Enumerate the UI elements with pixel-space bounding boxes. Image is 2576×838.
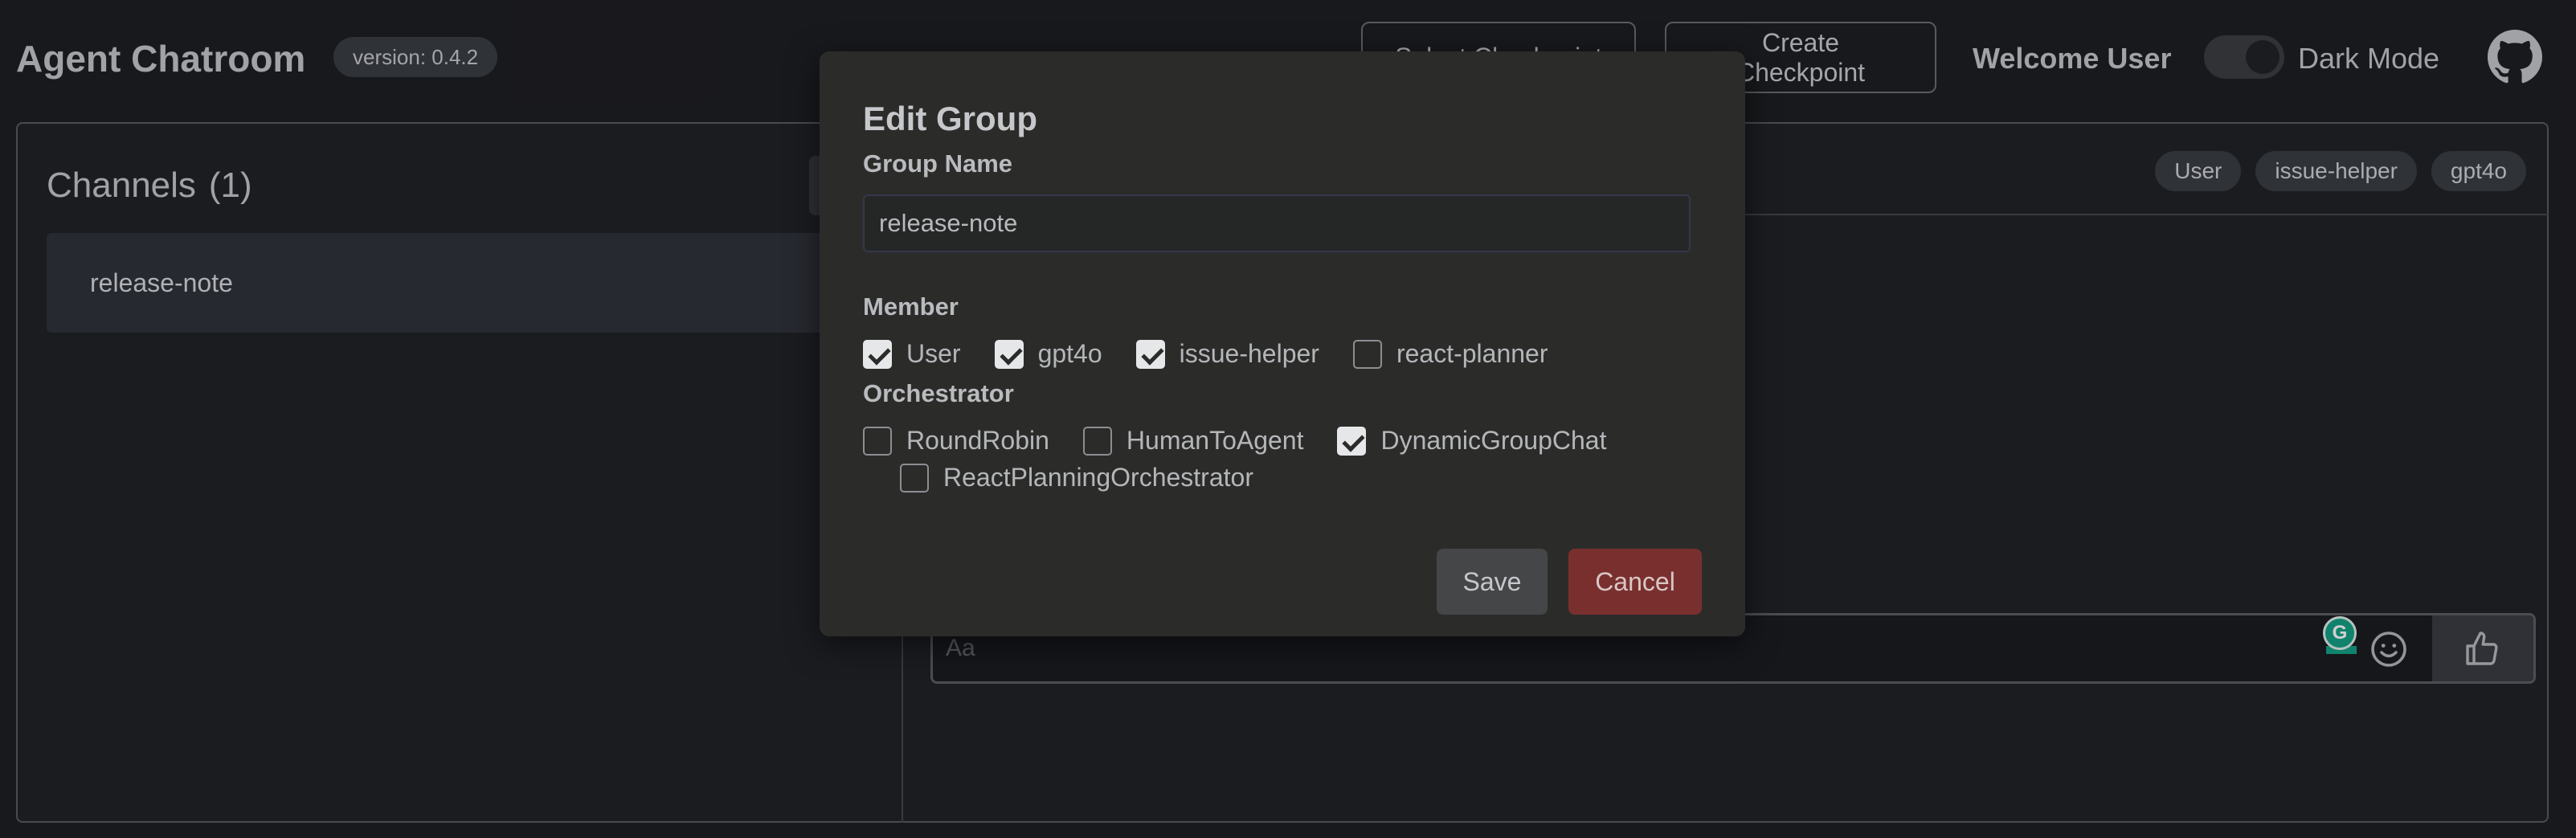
dialog-title: Edit Group bbox=[863, 100, 1037, 137]
orchestrator-option-reactplanningorchestrator[interactable]: ReactPlanningOrchestrator bbox=[900, 463, 1253, 493]
member-option-gpt4o[interactable]: gpt4o bbox=[994, 339, 1102, 369]
save-button[interactable]: Save bbox=[1437, 549, 1548, 615]
orchestrator-option-label: RoundRobin bbox=[906, 426, 1049, 455]
orchestrator-option-dynamicgroupchat[interactable]: DynamicGroupChat bbox=[1337, 426, 1606, 456]
group-name-input[interactable] bbox=[863, 194, 1691, 252]
orchestrator-checkbox-reactplanningorchestrator[interactable] bbox=[900, 463, 929, 493]
group-name-label: Group Name bbox=[863, 149, 1013, 178]
member-checkbox-react-planner[interactable] bbox=[1352, 339, 1382, 369]
member-option-react-planner[interactable]: react-planner bbox=[1352, 339, 1548, 369]
member-checkbox-row: User gpt4o issue-helper react-planner bbox=[863, 339, 1582, 369]
member-option-label: react-planner bbox=[1396, 339, 1548, 368]
orchestrator-checkbox-roundrobin[interactable] bbox=[863, 426, 892, 456]
orchestrator-option-label: DynamicGroupChat bbox=[1380, 426, 1607, 455]
orchestrator-option-humantoagent[interactable]: HumanToAgent bbox=[1082, 426, 1304, 456]
member-option-label: issue-helper bbox=[1179, 339, 1319, 368]
member-checkbox-user[interactable] bbox=[863, 339, 892, 369]
member-checkbox-issue-helper[interactable] bbox=[1135, 339, 1165, 369]
orchestrator-option-roundrobin[interactable]: RoundRobin bbox=[863, 426, 1049, 456]
member-label: Member bbox=[863, 292, 959, 321]
orchestrator-option-label: ReactPlanningOrchestrator bbox=[943, 463, 1253, 492]
edit-group-dialog: Edit Group Group Name Member User gpt4o … bbox=[820, 51, 1745, 636]
orchestrator-checkbox-humantoagent[interactable] bbox=[1082, 426, 1112, 456]
orchestrator-checkbox-row: RoundRobin HumanToAgent DynamicGroupChat bbox=[863, 426, 1640, 456]
cancel-button[interactable]: Cancel bbox=[1568, 549, 1702, 615]
member-checkbox-gpt4o[interactable] bbox=[994, 339, 1024, 369]
orchestrator-option-label: HumanToAgent bbox=[1126, 426, 1304, 455]
member-option-label: gpt4o bbox=[1037, 339, 1102, 368]
member-option-label: User bbox=[906, 339, 961, 368]
member-option-issue-helper[interactable]: issue-helper bbox=[1135, 339, 1319, 369]
orchestrator-label: Orchestrator bbox=[863, 379, 1014, 407]
member-option-user[interactable]: User bbox=[863, 339, 961, 369]
orchestrator-checkbox-dynamicgroupchat[interactable] bbox=[1337, 426, 1367, 456]
orchestrator-checkbox-row-2: ReactPlanningOrchestrator bbox=[900, 463, 1287, 493]
